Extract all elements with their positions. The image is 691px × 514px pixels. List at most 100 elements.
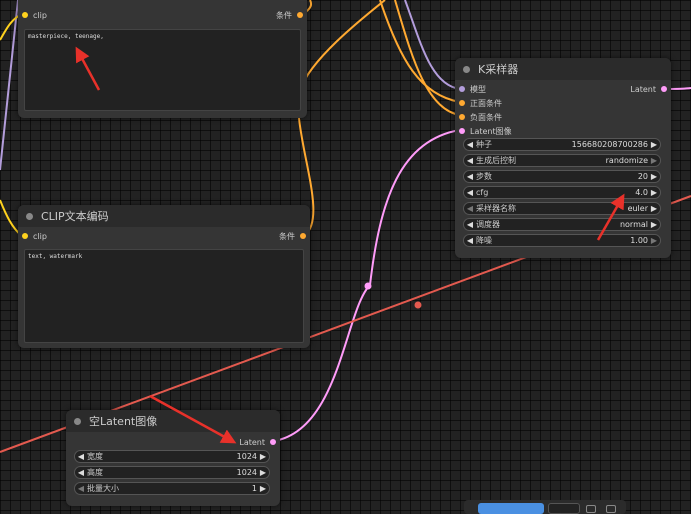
node-title: CLIP文本编码: [41, 210, 109, 223]
widget-label: 步数: [476, 172, 492, 181]
steps-widget[interactable]: ◀ 步数 20 ▶: [463, 170, 661, 183]
seed-widget[interactable]: ◀ 种子 156680208700286 ▶: [463, 138, 661, 151]
collapse-dot-icon[interactable]: [74, 417, 81, 425]
latent-output-row: Latent: [66, 435, 280, 449]
settings-icon[interactable]: [586, 505, 596, 513]
positive-input-row: 正面条件: [455, 96, 671, 110]
positive-input-dot[interactable]: [459, 100, 465, 106]
latent-output-label: Latent: [239, 437, 265, 447]
conditioning-output-label: 条件: [279, 231, 295, 241]
widget-label: 种子: [476, 140, 492, 149]
increment-arrow-icon[interactable]: ▶: [648, 220, 660, 229]
node-title: 空Latent图像: [89, 415, 158, 428]
node-title-bar[interactable]: 空Latent图像: [66, 410, 280, 432]
negative-input-dot[interactable]: [459, 114, 465, 120]
model-input-dot[interactable]: [459, 86, 465, 92]
widget-label: 宽度: [87, 452, 103, 461]
widget-value: 20: [637, 172, 648, 181]
decrement-arrow-icon[interactable]: ◀: [464, 220, 476, 229]
control-after-generate-widget[interactable]: ◀ 生成后控制 randomize ▶: [463, 154, 661, 167]
increment-arrow-icon[interactable]: ▶: [648, 156, 660, 165]
increment-arrow-icon[interactable]: ▶: [648, 172, 660, 181]
widget-label: 采样器名称: [476, 204, 516, 213]
decrement-arrow-icon[interactable]: ◀: [464, 188, 476, 197]
conditioning-wire-k: [394, 0, 461, 116]
decrement-arrow-icon[interactable]: ◀: [464, 156, 476, 165]
widget-label: 批量大小: [87, 484, 119, 493]
widget-value: 1.00: [630, 236, 648, 245]
decrement-arrow-icon[interactable]: ◀: [75, 468, 87, 477]
red-wire-midpoint: [414, 301, 422, 309]
widget-value: 4.0: [635, 188, 648, 197]
latent-input-dot[interactable]: [459, 128, 465, 134]
batch-size-widget[interactable]: ◀ 批量大小 1 ▶: [74, 482, 270, 495]
increment-arrow-icon[interactable]: ▶: [648, 188, 660, 197]
cfg-widget[interactable]: ◀ cfg 4.0 ▶: [463, 186, 661, 199]
window-icon[interactable]: [606, 505, 616, 513]
width-widget[interactable]: ◀ 宽度 1024 ▶: [74, 450, 270, 463]
collapse-dot-icon[interactable]: [463, 65, 470, 73]
increment-arrow-icon[interactable]: ▶: [257, 452, 269, 461]
widget-value: normal: [619, 220, 648, 229]
denoise-widget[interactable]: ◀ 降噪 1.00 ▶: [463, 234, 661, 247]
conditioning-output-label: 条件: [276, 10, 292, 20]
clip-input-dot[interactable]: [22, 12, 28, 18]
decrement-arrow-icon[interactable]: ◀: [464, 204, 476, 213]
latent-wire-midpoint: [364, 282, 372, 290]
clip-text-encode-node-top[interactable]: clip 条件 masterpiece, teenage,: [18, 0, 307, 118]
ksampler-node[interactable]: K采样器 模型 Latent 正面条件 负面条件 Latent图像 ◀ 种子 156…: [455, 58, 671, 258]
collapse-dot-icon[interactable]: [26, 212, 33, 220]
increment-arrow-icon[interactable]: ▶: [648, 204, 660, 213]
clip-wire: [0, 0, 19, 171]
prompt-textarea[interactable]: text, watermark: [24, 249, 304, 343]
clip-input-label: clip: [33, 10, 47, 20]
sampler-name-widget[interactable]: ◀ 采样器名称 euler ▶: [463, 202, 661, 215]
conditioning-output-dot[interactable]: [297, 12, 303, 18]
queue-button[interactable]: [478, 503, 544, 514]
node-title: K采样器: [478, 63, 519, 76]
latent-output-dot[interactable]: [661, 86, 667, 92]
increment-arrow-icon[interactable]: ▶: [648, 140, 660, 149]
model-input-row: 模型 Latent: [455, 82, 671, 96]
decrement-arrow-icon[interactable]: ◀: [464, 236, 476, 245]
negative-input-row: 负面条件: [455, 110, 671, 124]
scheduler-widget[interactable]: ◀ 调度器 normal ▶: [463, 218, 661, 231]
increment-arrow-icon[interactable]: ▶: [648, 236, 660, 245]
height-widget[interactable]: ◀ 高度 1024 ▶: [74, 466, 270, 479]
decrement-arrow-icon[interactable]: ◀: [75, 484, 87, 493]
empty-latent-image-node[interactable]: 空Latent图像 Latent ◀ 宽度 1024 ▶ ◀ 高度 1024 ▶ ◀ 批量大小…: [66, 410, 280, 506]
widget-value: 156680208700286: [571, 140, 648, 149]
batch-count-input[interactable]: [548, 503, 580, 514]
clip-input-row: clip 条件: [18, 8, 307, 22]
positive-input-label: 正面条件: [470, 98, 502, 108]
bottom-toolbar[interactable]: [464, 500, 626, 514]
conditioning-output-dot[interactable]: [300, 233, 306, 239]
clip-input-dot[interactable]: [22, 233, 28, 239]
decrement-arrow-icon[interactable]: ◀: [464, 172, 476, 181]
prompt-textarea[interactable]: masterpiece, teenage,: [24, 29, 301, 111]
increment-arrow-icon[interactable]: ▶: [257, 484, 269, 493]
latent-output-label: Latent: [630, 84, 656, 94]
widget-value: randomize: [605, 156, 648, 165]
node-title-bar[interactable]: CLIP文本编码: [18, 205, 310, 227]
negative-input-label: 负面条件: [470, 112, 502, 122]
clip-input-label: clip: [33, 231, 47, 241]
latent-output-dot[interactable]: [270, 439, 276, 445]
model-input-label: 模型: [470, 84, 486, 94]
widget-value: 1024: [236, 452, 257, 461]
node-title-bar[interactable]: K采样器: [455, 58, 671, 80]
decrement-arrow-icon[interactable]: ◀: [75, 452, 87, 461]
widget-label: 调度器: [476, 220, 500, 229]
decrement-arrow-icon[interactable]: ◀: [464, 140, 476, 149]
negative-conditioning-wire-2: [299, 0, 386, 91]
widget-label: 高度: [87, 468, 103, 477]
latent-input-label: Latent图像: [470, 126, 512, 136]
model-wire: [404, 0, 461, 90]
widget-label: 生成后控制: [476, 156, 516, 165]
widget-value: 1024: [236, 468, 257, 477]
widget-label: 降噪: [476, 236, 492, 245]
increment-arrow-icon[interactable]: ▶: [257, 468, 269, 477]
clip-text-encode-node[interactable]: CLIP文本编码 clip 条件 text, watermark: [18, 205, 310, 348]
widget-label: cfg: [476, 188, 489, 197]
latent-input-row: Latent图像: [455, 124, 671, 138]
